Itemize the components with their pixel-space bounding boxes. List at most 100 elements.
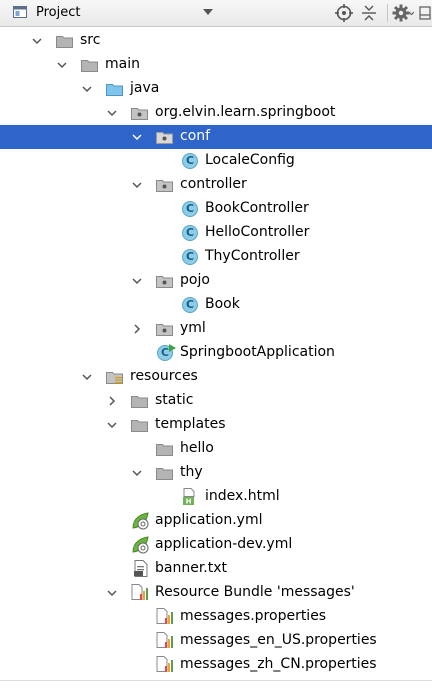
tree-item-application-dev-yml[interactable]: application-dev.yml (0, 533, 432, 557)
spring-config-icon (132, 536, 149, 554)
tree-item-resources[interactable]: resources (0, 365, 432, 389)
tree-item-label: HelloController (205, 224, 310, 240)
folder-icon (156, 468, 173, 480)
tree-item-thy[interactable]: thy (0, 461, 432, 485)
svg-text:H: H (186, 498, 192, 506)
tree-item-bookcontroller[interactable]: C BookController (0, 197, 432, 221)
tree-item-label: resources (130, 368, 198, 384)
class-icon: C (182, 225, 198, 241)
tree-item-label: SpringbootApplication (180, 344, 335, 360)
tree-item-java[interactable]: java (0, 77, 432, 101)
chevron-right-icon[interactable] (132, 324, 142, 334)
tree-item-templates[interactable]: templates (0, 413, 432, 437)
tree-item-static[interactable]: static (0, 389, 432, 413)
tree-item-index-html[interactable]: H index.html (0, 485, 432, 509)
chevron-down-icon[interactable] (82, 84, 92, 94)
tree-item-label: LocaleConfig (205, 152, 295, 168)
tree-item-label: BookController (205, 200, 309, 216)
tree-item-hellocontroller[interactable]: C HelloController (0, 221, 432, 245)
class-icon: C (182, 201, 198, 217)
class-icon: C (182, 249, 198, 265)
tree-item-controller[interactable]: controller (0, 173, 432, 197)
tree-item-banner-txt[interactable]: banner.txt (0, 557, 432, 581)
tree-item-localeconfig[interactable]: C LocaleConfig (0, 149, 432, 173)
tree-item-messages-zh-cn[interactable]: messages_zh_CN.properties (0, 653, 432, 677)
tree-item-label: Book (205, 296, 240, 312)
folder-icon (156, 444, 173, 456)
folder-icon (56, 36, 73, 48)
chevron-down-icon[interactable] (132, 276, 142, 286)
tree-item-messages-properties[interactable]: messages.properties (0, 605, 432, 629)
spring-config-icon (132, 512, 149, 530)
tree-item-hello[interactable]: hello (0, 437, 432, 461)
tree-item-label: static (155, 392, 194, 408)
tree-item-label: application-dev.yml (155, 536, 293, 552)
package-icon (156, 180, 173, 192)
chevron-down-icon[interactable] (57, 60, 67, 70)
project-tree: src main java org.elvin.learn.springboot… (0, 28, 432, 688)
tree-item-book[interactable]: C Book (0, 293, 432, 317)
panel-divider (0, 680, 432, 681)
tree-item-label: Resource Bundle 'messages' (155, 584, 355, 600)
folder-icon (131, 420, 148, 432)
text-file-icon (134, 560, 148, 577)
project-panel-header: Project (0, 0, 432, 27)
collapse-all-icon[interactable] (359, 3, 379, 23)
tree-item-package[interactable]: org.elvin.learn.springboot (0, 101, 432, 125)
chevron-down-icon[interactable] (132, 132, 142, 142)
tree-item-label: main (105, 56, 140, 72)
class-icon: C (182, 297, 198, 313)
properties-file-icon (156, 608, 173, 624)
gear-icon[interactable] (392, 3, 414, 23)
tree-item-thycontroller[interactable]: C ThyController (0, 245, 432, 269)
hide-panel-icon[interactable] (418, 3, 432, 23)
run-icon (169, 344, 176, 352)
tree-item-label: java (130, 80, 160, 96)
tree-item-resource-bundle[interactable]: Resource Bundle 'messages' (0, 581, 432, 605)
tree-item-label: hello (180, 440, 214, 456)
resources-folder-icon (106, 372, 123, 384)
tree-item-label: messages_zh_CN.properties (180, 656, 377, 672)
tree-item-application-yml[interactable]: application.yml (0, 509, 432, 533)
package-icon (156, 324, 173, 336)
chevron-down-icon[interactable] (32, 36, 42, 46)
tree-item-label: messages_en_US.properties (180, 632, 377, 648)
properties-file-icon (156, 656, 173, 672)
tree-item-yml[interactable]: yml (0, 317, 432, 341)
tree-item-label: pojo (180, 272, 210, 288)
chevron-right-icon[interactable] (107, 396, 117, 406)
resource-bundle-icon (131, 584, 148, 600)
tree-item-label: thy (180, 464, 203, 480)
chevron-down-icon[interactable] (107, 588, 117, 598)
chevron-down-icon[interactable] (132, 468, 142, 478)
properties-file-icon (156, 632, 173, 648)
config-class-icon: C (182, 153, 198, 169)
source-folder-icon (106, 84, 123, 96)
tree-item-conf[interactable]: conf (0, 125, 432, 149)
package-icon (156, 276, 173, 288)
tree-item-label: yml (180, 320, 206, 336)
folder-icon (131, 396, 148, 408)
header-divider (387, 4, 388, 22)
tree-item-main[interactable]: main (0, 53, 432, 77)
chevron-down-icon[interactable] (107, 108, 117, 118)
tree-item-label: banner.txt (155, 560, 228, 576)
tree-item-label: org.elvin.learn.springboot (155, 104, 336, 120)
chevron-down-icon[interactable] (107, 420, 117, 430)
tree-item-label: controller (180, 176, 247, 192)
package-icon (131, 108, 148, 120)
package-icon (156, 132, 173, 144)
tree-item-label: index.html (205, 488, 280, 504)
chevron-down-icon[interactable] (132, 180, 142, 190)
tree-item-label: application.yml (155, 512, 263, 528)
tree-item-label: templates (155, 416, 226, 432)
target-icon[interactable] (334, 3, 354, 23)
chevron-down-icon[interactable] (203, 9, 213, 15)
tree-item-label: src (80, 32, 101, 48)
chevron-down-icon[interactable] (82, 372, 92, 382)
tree-item-messages-en-us[interactable]: messages_en_US.properties (0, 629, 432, 653)
tree-item-springbootapplication[interactable]: C SpringbootApplication (0, 341, 432, 365)
tree-item-label: ThyController (205, 248, 300, 264)
tree-item-pojo[interactable]: pojo (0, 269, 432, 293)
tree-item-src[interactable]: src (0, 29, 432, 53)
